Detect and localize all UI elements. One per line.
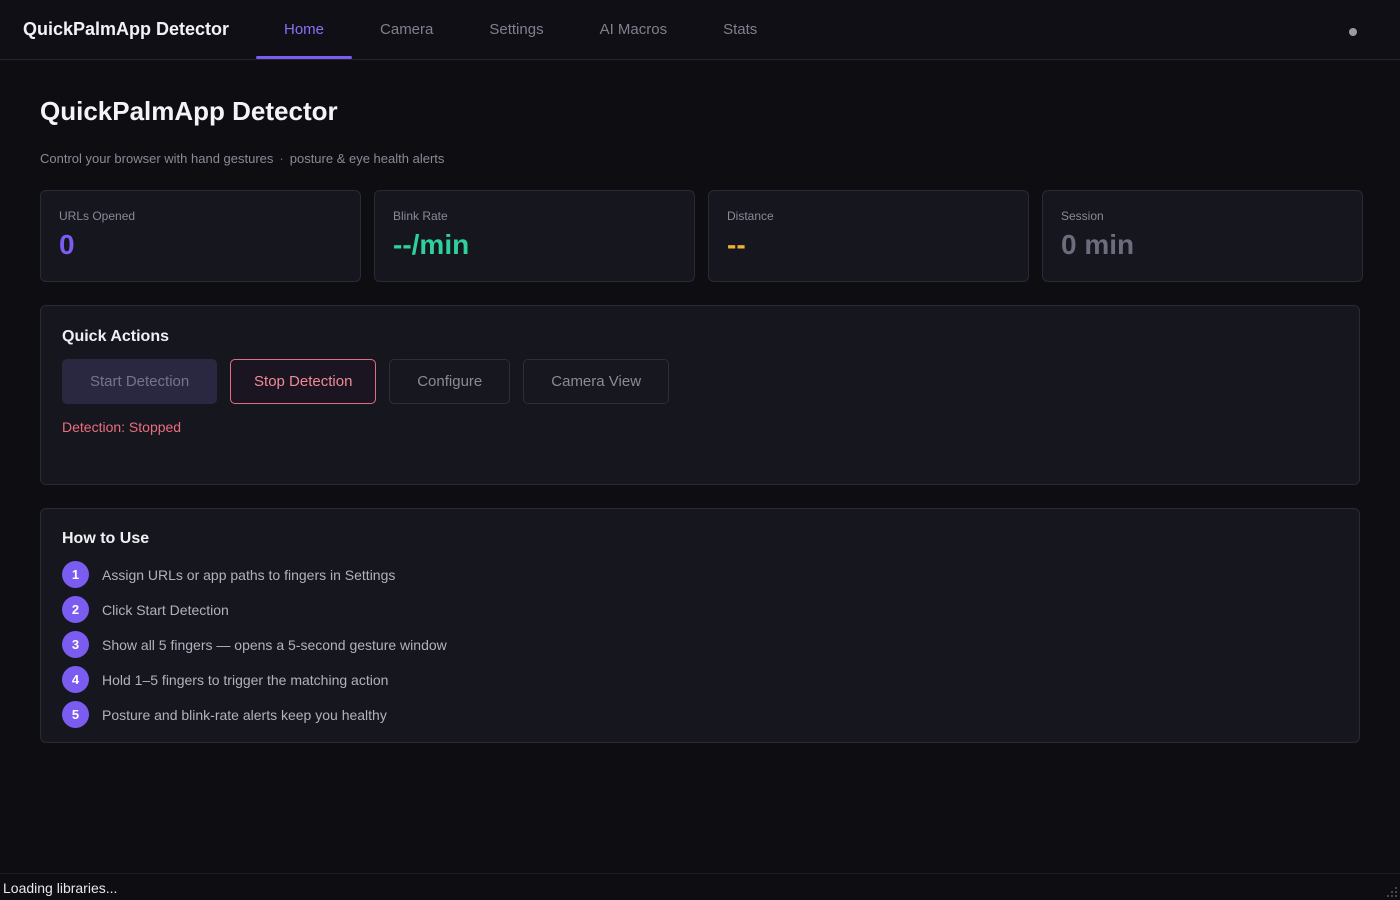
step-text: Show all 5 fingers — opens a 5-second ge…: [102, 636, 447, 653]
step-number-badge: 5: [62, 701, 89, 728]
list-item: 3 Show all 5 fingers — opens a 5-second …: [62, 627, 447, 662]
app-brand[interactable]: QuickPalmApp Detector: [23, 19, 229, 40]
stat-label: Blink Rate: [393, 209, 448, 223]
subtitle-separator: ·: [279, 151, 284, 166]
page-subtitle: Control your browser with hand gestures ·…: [40, 151, 444, 166]
status-bar-text: Loading libraries...: [3, 880, 118, 896]
stat-label: URLs Opened: [59, 209, 136, 223]
tab-home[interactable]: Home: [256, 0, 353, 59]
page-title: QuickPalmApp Detector: [40, 96, 338, 126]
camera-view-button[interactable]: Camera View: [523, 359, 670, 404]
how-to-use-title: How to Use: [62, 530, 150, 547]
subtitle-alerts: posture & eye health alerts: [289, 151, 445, 166]
step-text: Posture and blink-rate alerts keep you h…: [102, 706, 387, 723]
tab-stats[interactable]: Stats: [695, 0, 785, 59]
resize-grip-icon[interactable]: [1386, 886, 1398, 898]
how-to-use-panel: How to Use 1 Assign URLs or app paths to…: [40, 508, 1360, 743]
stat-card-urls-opened: URLs Opened 0: [40, 190, 361, 282]
status-bar: Loading libraries...: [0, 873, 1400, 900]
detection-status: Detection: Stopped: [62, 419, 182, 435]
start-detection-button[interactable]: Start Detection: [62, 359, 218, 404]
stat-value-blink-rate: --/min: [393, 229, 470, 260]
subtitle-gestures: Control your browser with hand gestures: [40, 151, 274, 166]
tab-camera[interactable]: Camera: [352, 0, 461, 59]
stat-label: Distance: [727, 209, 774, 223]
list-item: 2 Click Start Detection: [62, 592, 447, 627]
stat-value-session: 0 min: [1061, 229, 1135, 260]
stop-detection-button[interactable]: Stop Detection: [230, 359, 377, 404]
stat-label: Session: [1061, 209, 1104, 223]
step-text: Click Start Detection: [102, 601, 229, 618]
step-number-badge: 2: [62, 596, 89, 623]
stat-card-blink-rate: Blink Rate --/min: [374, 190, 695, 282]
top-navbar: QuickPalmApp Detector Home Camera Settin…: [0, 0, 1400, 60]
tab-settings[interactable]: Settings: [461, 0, 571, 59]
stat-card-distance: Distance --: [708, 190, 1029, 282]
quick-actions-buttons: Start Detection Stop Detection Configure…: [62, 359, 670, 404]
step-text: Assign URLs or app paths to fingers in S…: [102, 566, 396, 583]
step-number-badge: 3: [62, 631, 89, 658]
step-text: Hold 1–5 fingers to trigger the matching…: [102, 671, 389, 688]
stat-value-urls-opened: 0: [59, 229, 75, 260]
list-item: 5 Posture and blink-rate alerts keep you…: [62, 697, 447, 732]
stat-value-distance: --: [727, 229, 746, 260]
step-number-badge: 1: [62, 561, 89, 588]
tab-ai-macros[interactable]: AI Macros: [572, 0, 696, 59]
list-item: 1 Assign URLs or app paths to fingers in…: [62, 557, 447, 592]
step-number-badge: 4: [62, 666, 89, 693]
configure-button[interactable]: Configure: [389, 359, 511, 404]
list-item: 4 Hold 1–5 fingers to trigger the matchi…: [62, 662, 447, 697]
how-to-steps: 1 Assign URLs or app paths to fingers in…: [62, 557, 447, 732]
stat-card-session: Session 0 min: [1042, 190, 1363, 282]
stats-row: URLs Opened 0 Blink Rate --/min Distance…: [40, 190, 1363, 282]
quick-actions-panel: Quick Actions Start Detection Stop Detec…: [40, 305, 1360, 485]
quick-actions-title: Quick Actions: [62, 328, 169, 345]
main-nav: Home Camera Settings AI Macros Stats: [256, 0, 785, 59]
status-dot-icon: [1349, 28, 1357, 36]
